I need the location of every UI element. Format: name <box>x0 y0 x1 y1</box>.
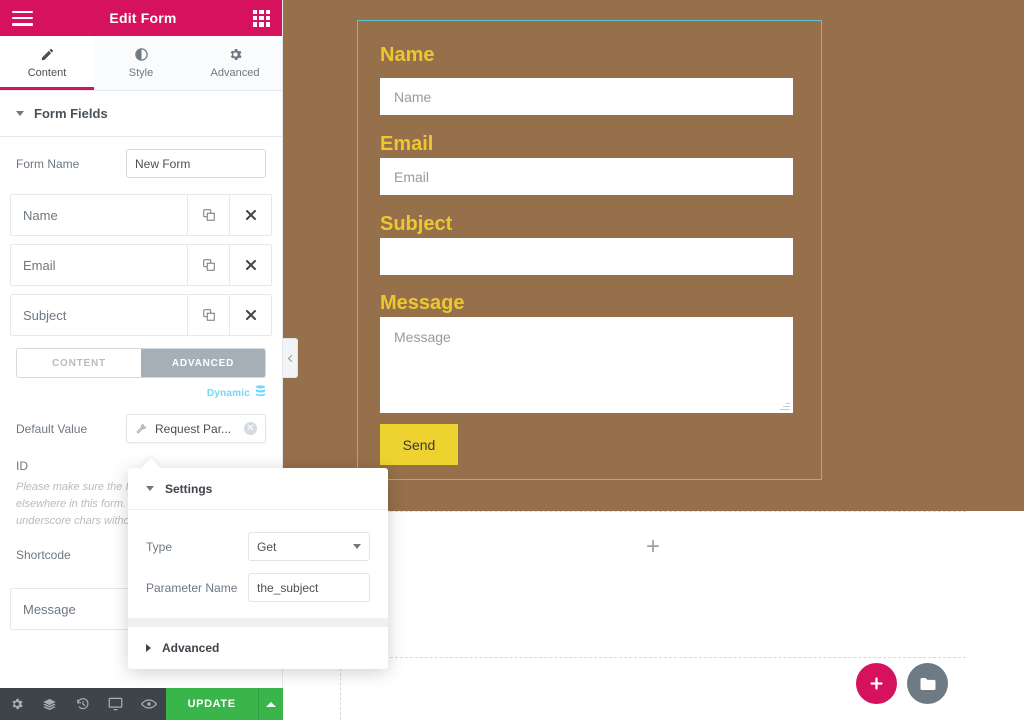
popover-settings-title: Settings <box>165 481 213 496</box>
popover-type-label: Type <box>146 539 173 554</box>
copy-icon[interactable] <box>187 295 229 335</box>
form-input-subject[interactable] <box>380 238 793 275</box>
popover-type-value: Get <box>257 539 277 554</box>
form-name-row: Form Name New Form <box>0 137 282 190</box>
chevron-down-icon <box>146 486 154 491</box>
chevron-right-icon <box>146 644 151 652</box>
hero-section: Name Name Email Email Subject Message Me… <box>283 0 1024 511</box>
hamburger-icon[interactable] <box>12 10 33 26</box>
grid-icon[interactable] <box>253 9 270 27</box>
field-row-label: Email <box>23 257 56 273</box>
shortcode-label: Shortcode <box>16 548 71 563</box>
folder-icon <box>920 677 935 690</box>
tab-content[interactable]: Content <box>0 36 94 90</box>
popover-body: Type Get Parameter Name the_subject <box>128 510 388 618</box>
gear-icon[interactable] <box>0 688 33 720</box>
close-icon[interactable] <box>229 195 271 235</box>
popover-settings-header[interactable]: Settings <box>128 468 388 510</box>
preview-canvas: Name Name Email Email Subject Message Me… <box>283 0 1024 720</box>
layers-icon[interactable] <box>33 688 66 720</box>
eye-icon[interactable] <box>133 688 166 720</box>
popover-type-row: Type Get <box>146 532 370 561</box>
tab-content-label: Content <box>27 67 67 79</box>
form-input-name[interactable]: Name <box>380 78 793 115</box>
tab-advanced-label: Advanced <box>210 67 260 79</box>
tab-style-label: Style <box>128 67 154 79</box>
popover-advanced-header[interactable]: Advanced <box>128 627 388 669</box>
section-form-fields[interactable]: Form Fields <box>0 91 282 137</box>
template-library-button[interactable] <box>907 663 948 704</box>
copy-icon[interactable] <box>187 195 229 235</box>
responsive-icon[interactable] <box>99 688 132 720</box>
popover-divider <box>128 618 388 627</box>
field-row-subject[interactable]: Subject <box>10 294 272 336</box>
panel-title: Edit Form <box>109 10 177 26</box>
pencil-icon <box>40 47 55 62</box>
panel-collapse-handle[interactable] <box>283 338 298 378</box>
copy-icon[interactable] <box>187 245 229 285</box>
tab-style[interactable]: Style <box>94 36 188 90</box>
resize-grip-icon[interactable] <box>780 400 790 410</box>
dynamic-tag-label: Request Par... <box>155 421 232 436</box>
elementor-editor: Edit Form Content Style Advanced Form Fi… <box>0 0 1024 720</box>
update-button[interactable]: UPDATE <box>165 688 258 720</box>
form-submit-button[interactable]: Send <box>380 424 458 465</box>
gear-icon <box>228 47 243 62</box>
default-value-label: Default Value <box>16 421 88 436</box>
popover-parameter-label: Parameter Name <box>146 580 238 595</box>
section-divider-top <box>340 511 966 512</box>
chevron-down-icon <box>353 544 361 549</box>
field-row-label: Name <box>23 207 58 223</box>
dynamic-tag-request-parameter[interactable]: Request Par... ✕ <box>126 414 266 443</box>
dynamic-toggle[interactable]: Dynamic <box>0 378 282 402</box>
circle-x-icon[interactable]: ✕ <box>244 422 257 435</box>
tab-field-content[interactable]: CONTENT <box>17 349 141 377</box>
tab-advanced[interactable]: Advanced <box>188 36 282 90</box>
panel-footer-toolbar: UPDATE <box>0 688 283 720</box>
field-row-email[interactable]: Email <box>10 244 272 286</box>
plus-icon <box>870 677 883 690</box>
form-name-input[interactable]: New Form <box>126 149 266 178</box>
form-input-email-placeholder: Email <box>394 168 430 185</box>
section-divider-bottom <box>340 657 966 658</box>
dynamic-label: Dynamic <box>206 387 250 399</box>
form-label-name: Name <box>380 44 435 66</box>
form-label-message: Message <box>380 292 465 314</box>
popover-advanced-title: Advanced <box>162 641 220 655</box>
form-label-subject: Subject <box>380 213 453 235</box>
popover-parameter-input[interactable]: the_subject <box>248 573 370 602</box>
chevron-down-icon <box>16 111 24 116</box>
chevron-left-icon <box>287 354 295 362</box>
form-fields-repeater: Name Email Subject <box>0 190 282 336</box>
form-textarea-message[interactable]: Message <box>380 317 793 413</box>
contrast-icon <box>134 47 149 62</box>
form-input-email[interactable]: Email <box>380 158 793 195</box>
close-icon[interactable] <box>229 295 271 335</box>
empty-section[interactable]: + <box>340 511 966 658</box>
tab-field-advanced[interactable]: ADVANCED <box>141 349 265 377</box>
id-label: ID <box>16 459 28 473</box>
panel-tabs: Content Style Advanced <box>0 36 282 91</box>
add-new-section-button[interactable] <box>856 663 897 704</box>
section-title: Form Fields <box>34 106 108 121</box>
form-textarea-message-placeholder: Message <box>394 329 451 345</box>
field-row-name[interactable]: Name <box>10 194 272 236</box>
close-icon[interactable] <box>229 245 271 285</box>
popover-parameter-row: Parameter Name the_subject <box>146 573 370 602</box>
form-input-name-placeholder: Name <box>394 88 432 105</box>
history-icon[interactable] <box>66 688 99 720</box>
popover-type-select[interactable]: Get <box>248 532 370 561</box>
plus-icon[interactable]: + <box>646 535 660 559</box>
panel-header: Edit Form <box>0 0 282 36</box>
wrench-icon <box>135 421 148 437</box>
form-widget-selected[interactable]: Name Name Email Email Subject Message Me… <box>357 20 822 480</box>
form-name-label: Form Name <box>16 156 80 171</box>
default-value-row: Default Value Request Par... ✕ <box>0 402 282 455</box>
field-settings-tabs: CONTENT ADVANCED <box>0 344 282 378</box>
caret-up-icon[interactable] <box>257 688 283 720</box>
dynamic-tag-settings-popover: Settings Type Get Parameter Name the_sub… <box>128 468 388 669</box>
form-label-email: Email <box>380 133 434 155</box>
database-icon <box>255 384 266 402</box>
field-row-label: Subject <box>23 307 67 323</box>
